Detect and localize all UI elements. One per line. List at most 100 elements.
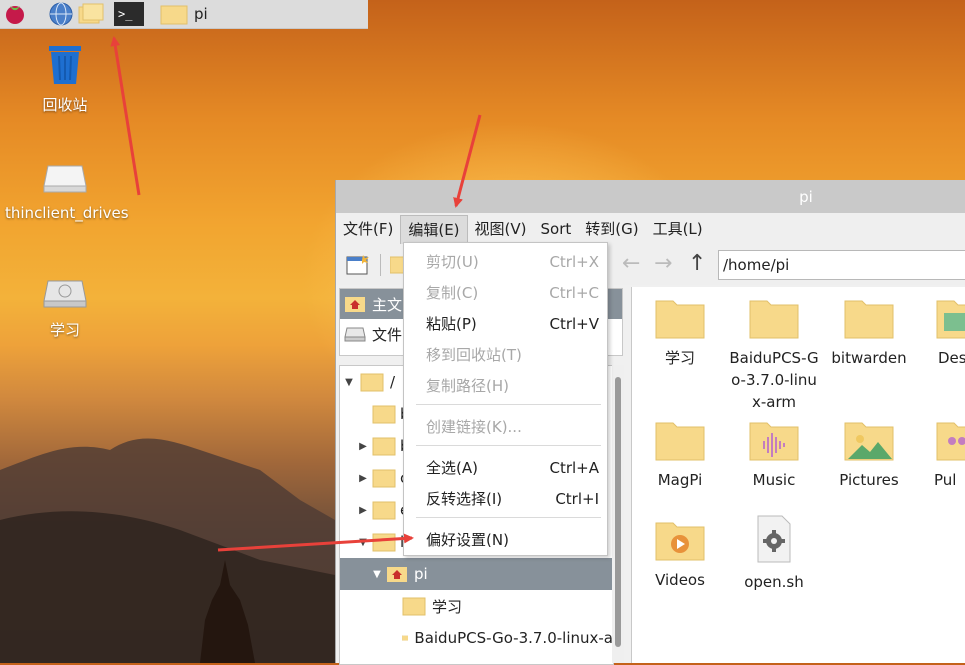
menu-sort[interactable]: Sort	[534, 215, 579, 243]
folder-icon	[372, 437, 396, 456]
expanded-triangle-icon[interactable]: ▼	[370, 569, 384, 580]
window-title: pi	[799, 187, 813, 206]
expanded-triangle-icon[interactable]: ▼	[342, 377, 356, 388]
forward-arrow-icon[interactable]: →	[654, 251, 672, 276]
collapsed-triangle-icon[interactable]: ▶	[356, 473, 370, 484]
folder-icon	[372, 469, 396, 488]
file-item[interactable]: BaiduPCS-Go-3.7.0-linux-arm	[729, 297, 819, 413]
file-item[interactable]: open.sh	[729, 515, 819, 593]
menu-tools[interactable]: 工具(L)	[646, 215, 710, 243]
menu-item-invert-selection[interactable]: 反转选择(I) Ctrl+I	[404, 483, 607, 514]
tree-label: BaiduPCS-Go-3.7.0-linux-a	[414, 629, 613, 647]
desktop-icon-label: 回收站	[42, 96, 88, 114]
home-folder-icon	[387, 567, 407, 582]
raspberry-menu-icon[interactable]	[0, 1, 30, 27]
file-label: Pictures	[839, 471, 899, 489]
file-item[interactable]: MagPi	[635, 419, 725, 491]
menu-item-select-all[interactable]: 全选(A) Ctrl+A	[404, 452, 607, 483]
file-item[interactable]: Pictures	[824, 419, 914, 491]
pictures-folder-icon	[844, 422, 894, 461]
tree-row[interactable]: BaiduPCS-Go-3.7.0-linux-a	[340, 622, 613, 654]
desktop-icon-study[interactable]: 学习	[5, 277, 125, 340]
window-titlebar[interactable]: pi	[336, 180, 965, 213]
file-view: 学习 BaiduPCS-Go-3.7.0-linux-arm bitwarden…	[631, 287, 965, 663]
file-label: Videos	[655, 571, 705, 589]
menu-bar: 文件(F) 编辑(E) 视图(V) Sort 转到(G) 工具(L)	[336, 213, 965, 245]
menu-item-paste[interactable]: 粘贴(P) Ctrl+V	[404, 308, 607, 339]
script-file-icon	[757, 515, 791, 563]
desktop-folder-icon	[936, 300, 965, 339]
file-item[interactable]: bitwarden	[824, 297, 914, 369]
tree-label: /	[390, 373, 396, 391]
menu-view[interactable]: 视图(V)	[468, 215, 534, 243]
desktop-icon-label: 学习	[49, 321, 80, 339]
file-manager-icon[interactable]	[76, 1, 106, 27]
edit-dropdown-menu: 剪切(U) Ctrl+X 复制(C) Ctrl+C 粘贴(P) Ctrl+V 移到回收…	[403, 242, 608, 556]
file-label: Music	[752, 471, 796, 489]
tree-label: 学习	[432, 597, 463, 616]
tree-label: pi	[414, 565, 428, 583]
collapsed-triangle-icon[interactable]: ▶	[356, 441, 370, 452]
desktop-icon-trash[interactable]: 回收站	[5, 42, 125, 115]
folder-icon	[402, 635, 409, 641]
trash-icon	[49, 46, 81, 84]
folder-icon	[655, 300, 705, 339]
menu-separator	[416, 517, 601, 518]
folder-icon	[749, 300, 799, 339]
folder-icon	[402, 597, 426, 616]
menu-separator	[416, 445, 601, 446]
file-label: Des	[938, 349, 965, 367]
folder-icon	[372, 501, 396, 520]
folder-icon	[360, 373, 384, 392]
new-window-icon[interactable]	[346, 254, 370, 276]
collapsed-triangle-icon[interactable]: ▶	[356, 505, 370, 516]
file-item[interactable]: Pul	[920, 419, 965, 491]
file-item[interactable]: Des	[920, 297, 965, 369]
folder-icon	[655, 422, 705, 461]
drive-icon	[43, 165, 87, 193]
back-arrow-icon[interactable]: ←	[622, 251, 640, 276]
menu-item-copy[interactable]: 复制(C) Ctrl+C	[404, 277, 607, 308]
terminal-icon[interactable]: >_	[114, 1, 144, 27]
menu-item-create-link[interactable]: 创建链接(K)...	[404, 411, 607, 442]
tree-scrollbar[interactable]	[612, 365, 624, 663]
browser-globe-icon[interactable]	[46, 1, 76, 27]
menu-separator	[416, 404, 601, 405]
file-label: open.sh	[744, 573, 804, 591]
scrollbar-thumb[interactable]	[615, 377, 621, 647]
file-item[interactable]: Music	[729, 419, 819, 491]
desktop-icon-label: thinclient_drives	[5, 204, 129, 222]
taskbar-label: pi	[194, 5, 208, 23]
menu-file[interactable]: 文件(F)	[336, 215, 400, 243]
file-label: 学习	[664, 349, 695, 367]
address-bar[interactable]: /home/pi	[718, 250, 965, 280]
menu-item-preferences[interactable]: 偏好设置(N)	[404, 524, 607, 555]
folder-icon[interactable]	[390, 255, 404, 275]
desktop-icon-thinclient-drives[interactable]: thinclient_drives	[5, 160, 129, 222]
file-label: MagPi	[657, 471, 703, 489]
file-label: BaiduPCS-Go-3.7.0-linux-arm	[729, 349, 819, 411]
top-panel: >_ pi	[0, 0, 368, 29]
file-item[interactable]: 学习	[635, 297, 725, 369]
up-arrow-icon[interactable]: ↑	[688, 251, 706, 276]
folder-icon	[844, 300, 894, 339]
file-label: bitwarden	[831, 349, 907, 367]
drive-icon	[344, 327, 366, 342]
folder-icon	[160, 5, 188, 25]
tree-row[interactable]: 学习	[340, 590, 613, 622]
place-label: 主文	[372, 295, 403, 314]
menu-item-move-to-trash[interactable]: 移到回收站(T)	[404, 339, 607, 370]
place-label: 文件	[372, 325, 403, 344]
expanded-triangle-icon[interactable]: ▼	[356, 537, 370, 548]
menu-item-cut[interactable]: 剪切(U) Ctrl+X	[404, 246, 607, 277]
file-item[interactable]: Videos	[635, 519, 725, 591]
taskbar-window-pi[interactable]: pi	[156, 2, 212, 26]
menu-go[interactable]: 转到(G)	[578, 215, 645, 243]
videos-folder-icon	[655, 522, 705, 561]
tree-row-pi-selected[interactable]: ▼ pi	[340, 558, 613, 590]
menu-item-copy-path[interactable]: 复制路径(H)	[404, 370, 607, 401]
home-folder-icon	[345, 297, 365, 312]
menu-edit[interactable]: 编辑(E)	[400, 214, 468, 244]
public-folder-icon	[936, 422, 965, 461]
file-label: Pul	[934, 471, 957, 489]
